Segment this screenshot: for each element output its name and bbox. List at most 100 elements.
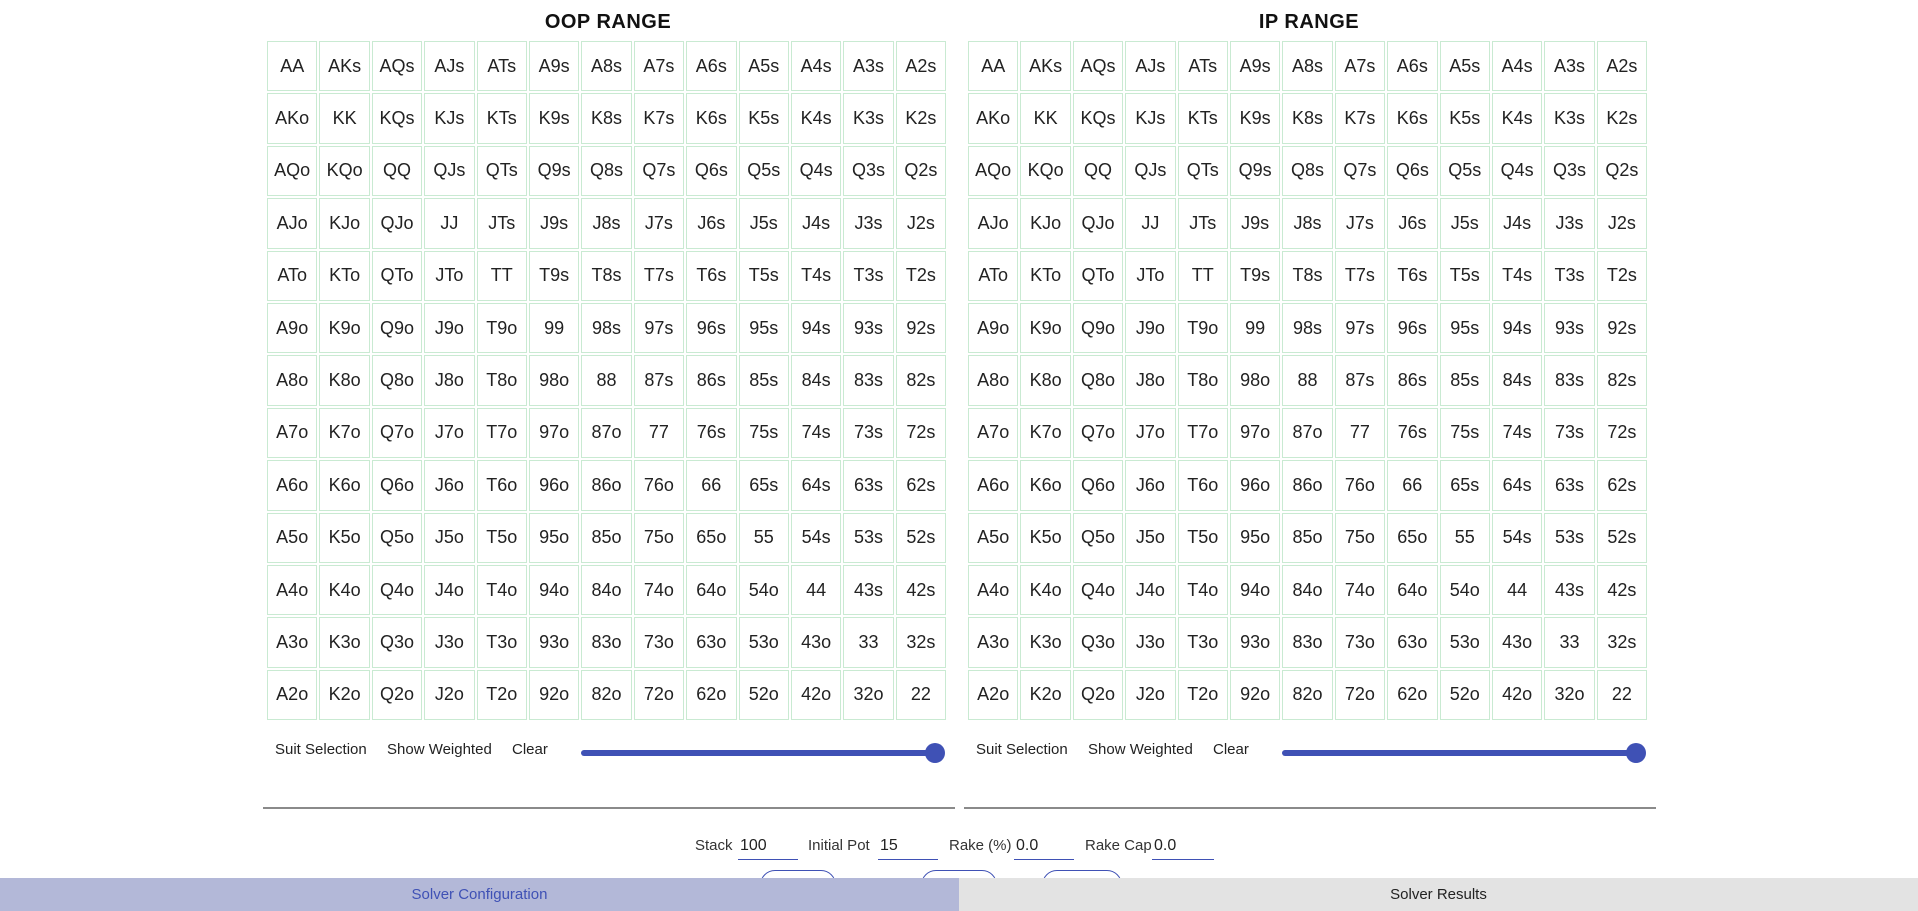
ip-hand-cell[interactable]: 75s [1439, 407, 1490, 459]
ip-hand-cell[interactable]: 63o [1387, 617, 1438, 668]
ip-hand-cell[interactable]: JTo [1125, 250, 1176, 301]
oop-hand-cell[interactable]: 53o [738, 617, 789, 668]
oop-hand-cell[interactable]: T3s [843, 250, 894, 301]
oop-hand-cell[interactable]: Q6o [371, 460, 423, 511]
ip-hand-cell[interactable]: K5s [1439, 93, 1490, 144]
ip-hand-cell[interactable]: T7o [1177, 407, 1228, 459]
ip-hand-cell[interactable]: Q8s [1282, 145, 1333, 197]
ip-hand-cell[interactable]: QJs [1125, 145, 1176, 197]
ip-hand-cell[interactable]: A5o [968, 512, 1019, 563]
oop-hand-cell[interactable]: T7s [633, 250, 685, 301]
oop-hand-cell[interactable]: KTs [476, 93, 527, 144]
ip-hand-cell[interactable]: KJo [1020, 198, 1071, 249]
oop-hand-cell[interactable]: T5s [738, 250, 789, 301]
oop-hand-cell[interactable]: QTs [476, 145, 527, 197]
ip-hand-cell[interactable]: K6s [1387, 93, 1438, 144]
ip-clear-button[interactable]: Clear [1213, 741, 1249, 758]
oop-hand-cell[interactable]: A9o [267, 302, 318, 354]
oop-hand-cell[interactable]: Q8s [581, 145, 632, 197]
oop-hand-cell[interactable]: 94s [790, 302, 842, 354]
oop-hand-cell[interactable]: 93o [528, 617, 580, 668]
ip-hand-cell[interactable]: 44 [1491, 564, 1543, 616]
stack-input[interactable] [738, 832, 798, 860]
ip-hand-cell[interactable]: J2o [1125, 669, 1176, 721]
ip-hand-cell[interactable]: 64o [1387, 564, 1438, 616]
oop-hand-cell[interactable]: JTs [476, 198, 527, 249]
ip-hand-cell[interactable]: Q4s [1491, 145, 1543, 197]
ip-hand-cell[interactable]: J8s [1282, 198, 1333, 249]
oop-hand-cell[interactable]: K6o [319, 460, 370, 511]
ip-hand-cell[interactable]: 83o [1282, 617, 1333, 668]
ip-hand-cell[interactable]: A4o [968, 564, 1019, 616]
oop-hand-cell[interactable]: AQo [267, 145, 318, 197]
oop-hand-cell[interactable]: 98s [581, 302, 632, 354]
oop-hand-cell[interactable]: T2s [895, 250, 947, 301]
oop-hand-cell[interactable]: KQo [319, 145, 370, 197]
ip-hand-cell[interactable]: Q5s [1439, 145, 1490, 197]
ip-hand-cell[interactable]: 76s [1387, 407, 1438, 459]
oop-hand-cell[interactable]: 64s [790, 460, 842, 511]
ip-hand-cell[interactable]: KTo [1020, 250, 1071, 301]
oop-hand-cell[interactable]: A8o [267, 355, 318, 406]
oop-hand-cell[interactable]: A2s [895, 41, 947, 92]
ip-hand-cell[interactable]: 75o [1334, 512, 1386, 563]
oop-hand-cell[interactable]: K2o [319, 669, 370, 721]
oop-hand-cell[interactable]: 84s [790, 355, 842, 406]
ip-hand-cell[interactable]: ATs [1177, 41, 1228, 92]
oop-hand-cell[interactable]: Q8o [371, 355, 423, 406]
ip-hand-cell[interactable]: 87s [1334, 355, 1386, 406]
ip-hand-cell[interactable]: 52s [1596, 512, 1648, 563]
ip-hand-cell[interactable]: AJo [968, 198, 1019, 249]
oop-hand-cell[interactable]: Q9o [371, 302, 423, 354]
oop-hand-cell[interactable]: ATs [476, 41, 527, 92]
oop-hand-cell[interactable]: KK [319, 93, 370, 144]
ip-hand-cell[interactable]: K2s [1596, 93, 1648, 144]
oop-hand-cell[interactable]: QQ [371, 145, 423, 197]
ip-hand-cell[interactable]: 42s [1596, 564, 1648, 616]
oop-hand-cell[interactable]: 55 [738, 512, 789, 563]
ip-hand-cell[interactable]: QTs [1177, 145, 1228, 197]
ip-hand-cell[interactable]: A5s [1439, 41, 1490, 92]
ip-hand-cell[interactable]: 84s [1491, 355, 1543, 406]
oop-hand-cell[interactable]: J4s [790, 198, 842, 249]
oop-hand-cell[interactable]: 84o [581, 564, 632, 616]
ip-hand-cell[interactable]: JTs [1177, 198, 1228, 249]
oop-hand-cell[interactable]: T9s [528, 250, 580, 301]
ip-hand-cell[interactable]: 88 [1282, 355, 1333, 406]
ip-hand-cell[interactable]: T9o [1177, 302, 1228, 354]
ip-hand-cell[interactable]: 74s [1491, 407, 1543, 459]
oop-hand-cell[interactable]: Q5s [738, 145, 789, 197]
ip-hand-cell[interactable]: 93o [1229, 617, 1281, 668]
rake-percent-input[interactable] [1014, 832, 1074, 860]
oop-hand-cell[interactable]: A2o [267, 669, 318, 721]
oop-hand-cell[interactable]: 82o [581, 669, 632, 721]
ip-hand-cell[interactable]: 66 [1387, 460, 1438, 511]
oop-hand-cell[interactable]: 66 [686, 460, 737, 511]
ip-hand-cell[interactable]: 98o [1229, 355, 1281, 406]
ip-hand-cell[interactable]: 83s [1544, 355, 1595, 406]
oop-hand-cell[interactable]: A5s [738, 41, 789, 92]
ip-hand-cell[interactable]: A8s [1282, 41, 1333, 92]
ip-hand-cell[interactable]: Q3s [1544, 145, 1595, 197]
oop-hand-cell[interactable]: QTo [371, 250, 423, 301]
ip-hand-cell[interactable]: T7s [1334, 250, 1386, 301]
ip-hand-cell[interactable]: 98s [1282, 302, 1333, 354]
oop-hand-cell[interactable]: KTo [319, 250, 370, 301]
ip-hand-cell[interactable]: T2s [1596, 250, 1648, 301]
ip-hand-cell[interactable]: Q6o [1072, 460, 1124, 511]
oop-hand-cell[interactable]: A3o [267, 617, 318, 668]
ip-hand-cell[interactable]: JJ [1125, 198, 1176, 249]
ip-hand-cell[interactable]: J3o [1125, 617, 1176, 668]
ip-hand-cell[interactable]: A7s [1334, 41, 1386, 92]
ip-hand-cell[interactable]: Q4o [1072, 564, 1124, 616]
oop-hand-cell[interactable]: 54s [790, 512, 842, 563]
ip-hand-cell[interactable]: K5o [1020, 512, 1071, 563]
ip-hand-cell[interactable]: QJo [1072, 198, 1124, 249]
oop-hand-cell[interactable]: 97s [633, 302, 685, 354]
ip-hand-cell[interactable]: K4s [1491, 93, 1543, 144]
oop-hand-cell[interactable]: 96o [528, 460, 580, 511]
ip-hand-cell[interactable]: Q5o [1072, 512, 1124, 563]
oop-hand-cell[interactable]: A9s [528, 41, 580, 92]
ip-hand-cell[interactable]: Q6s [1387, 145, 1438, 197]
oop-hand-cell[interactable]: 99 [528, 302, 580, 354]
